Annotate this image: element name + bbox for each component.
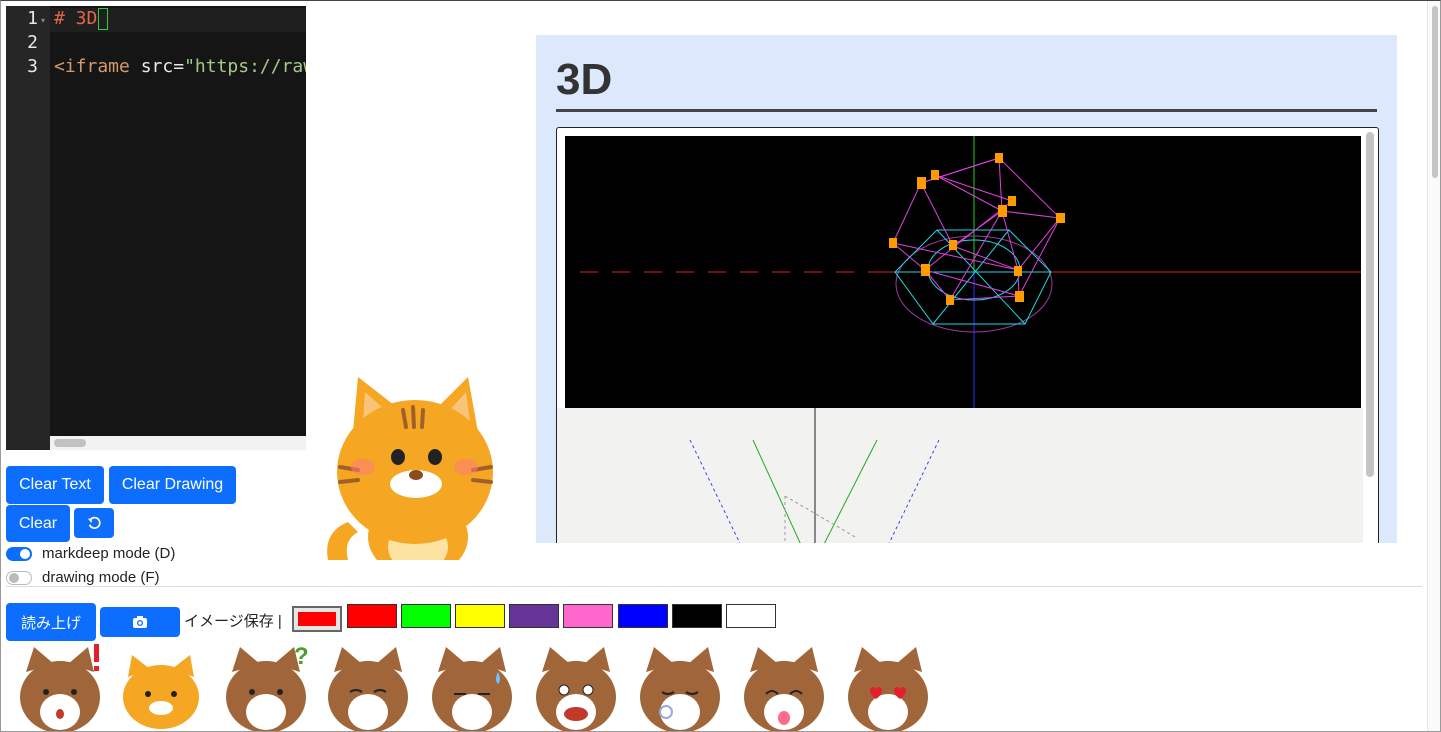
svg-text:?: ? [294, 643, 309, 670]
editor-hscrollbar[interactable] [50, 436, 306, 450]
drawing-label: drawing mode (F) [42, 569, 160, 586]
color-swatch-green[interactable] [401, 604, 451, 628]
fold-arrow-icon[interactable]: ▾ [41, 16, 45, 25]
code-line-3[interactable]: <iframe src="https://raw [54, 56, 306, 77]
html-tag: <iframe [54, 56, 130, 77]
sticker-cat-tongue[interactable] [742, 642, 828, 732]
sticker-cat-sad[interactable] [326, 642, 412, 732]
color-swatch-selected[interactable] [292, 606, 342, 632]
html-attr: src [129, 56, 174, 77]
sticker-cat-heart-eyes[interactable] [846, 642, 932, 732]
markdeep-preview: 3D [536, 35, 1397, 543]
code-editor[interactable]: 1 ▾ 2 3 # 3D <iframe src="https://raw [6, 6, 306, 450]
undo-button[interactable] [74, 508, 114, 538]
cat-mascot-image [327, 377, 493, 560]
code-line-1[interactable]: # 3D [54, 8, 109, 30]
image-save-label: イメージ保存 | [184, 613, 282, 630]
line-number: 3 [27, 56, 38, 77]
color-swatch-blue[interactable] [618, 604, 668, 628]
color-swatch-pink[interactable] [563, 604, 613, 628]
line-number: 2 [27, 32, 38, 53]
title-underline [556, 109, 1377, 112]
color-swatch-purple[interactable] [509, 604, 559, 628]
page-scrollbar-track[interactable] [1427, 0, 1441, 732]
color-swatch-black[interactable] [672, 604, 722, 628]
iframe-scrollbar-thumb[interactable] [1366, 132, 1374, 477]
markdeep-toggle[interactable]: markdeep mode (D) [6, 545, 175, 562]
clear-button[interactable]: Clear [6, 505, 70, 542]
drawing-switch[interactable] [6, 570, 32, 585]
camera-button[interactable] [100, 607, 180, 637]
sticker-cat-surprised[interactable] [16, 642, 106, 732]
camera-icon [133, 616, 147, 628]
sticker-cat-orange[interactable] [118, 652, 204, 732]
3d-viewport-canvas[interactable] [565, 136, 1361, 408]
sticker-cat-question[interactable]: ? [222, 642, 312, 732]
color-swatch-yellow[interactable] [455, 604, 505, 628]
markdeep-label: markdeep mode (D) [42, 545, 176, 562]
markdown-heading: # 3D [54, 8, 98, 29]
read-aloud-button[interactable]: 読み上げ [6, 603, 96, 641]
line-number: 1 [27, 8, 38, 29]
clear-drawing-button[interactable]: Clear Drawing [109, 466, 236, 504]
clear-text-button[interactable]: Clear Text [6, 466, 104, 504]
sticker-row: ? [10, 640, 940, 732]
sticker-cat-sweat[interactable] [430, 642, 516, 732]
page-scrollbar-thumb[interactable] [1432, 6, 1438, 178]
html-eq: = [173, 56, 185, 77]
html-string: "https://raw [184, 56, 306, 77]
divider [6, 586, 1422, 587]
editor-hscroll-thumb[interactable] [54, 439, 86, 447]
color-swatch-white[interactable] [726, 604, 776, 628]
sticker-cat-shocked[interactable] [534, 642, 620, 732]
undo-icon [87, 516, 101, 529]
text-cursor [98, 8, 109, 30]
embedded-iframe[interactable] [556, 127, 1379, 543]
sticker-cat-sleepy[interactable] [638, 642, 724, 732]
drawing-toggle[interactable]: drawing mode (F) [6, 569, 160, 586]
preview-title: 3D [556, 55, 613, 104]
markdeep-switch[interactable] [6, 546, 32, 561]
top-view-diagram [557, 408, 1363, 543]
color-swatch-red[interactable] [347, 604, 397, 628]
